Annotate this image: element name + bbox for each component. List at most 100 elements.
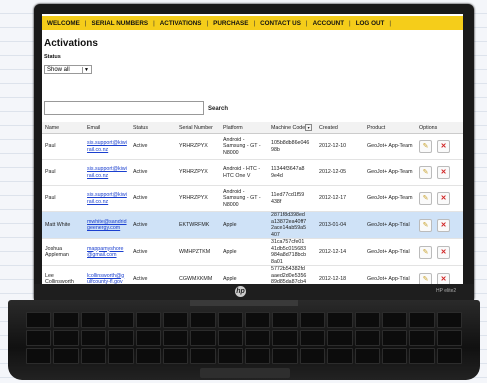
column-header[interactable]: Product bbox=[364, 122, 416, 134]
column-header[interactable]: Created bbox=[316, 122, 364, 134]
email-link[interactable]: lcollinsworth@gulfcounty-fl.gov bbox=[87, 273, 124, 285]
search-button[interactable]: Search bbox=[208, 106, 228, 112]
cell-serial: YRHRZPYX bbox=[176, 133, 220, 160]
cell-machine: 11ed77cd1f59 438f bbox=[268, 185, 316, 212]
column-header[interactable]: Serial Number bbox=[176, 122, 220, 134]
keyboard-key bbox=[409, 348, 435, 364]
keyboard-key bbox=[190, 312, 216, 328]
serial-text: YRHRZPYX bbox=[179, 195, 208, 202]
keyboard bbox=[26, 312, 462, 364]
edit-icon[interactable]: ✎ bbox=[419, 245, 432, 259]
chevron-down-icon[interactable]: ▼ bbox=[82, 67, 90, 73]
delete-icon[interactable]: ✕ bbox=[437, 140, 450, 153]
column-header-label: Product bbox=[367, 124, 386, 131]
keyboard-key bbox=[409, 312, 435, 328]
column-header-label: Serial Number bbox=[179, 124, 213, 131]
keyboard-key bbox=[80, 312, 107, 328]
email-link[interactable]: mappamyshore@gmail.com bbox=[87, 246, 124, 259]
cell-serial: YRHRZPYX bbox=[176, 159, 220, 186]
column-header[interactable]: Platform bbox=[220, 122, 268, 134]
status-text: Active bbox=[133, 248, 148, 255]
nav-item-account[interactable]: ACCOUNT bbox=[308, 20, 349, 27]
cell-email: mwhite@sandridgeenergy.com bbox=[84, 211, 130, 239]
keyboard-key bbox=[26, 348, 52, 364]
name-text: Joshua Appleman bbox=[45, 245, 69, 259]
keyboard-key bbox=[381, 312, 408, 328]
page-title: Activations bbox=[44, 38, 98, 49]
table-row[interactable]: Paul sis.support@kiwirail.co.nz Active YRHR… bbox=[42, 133, 463, 160]
keyboard-key bbox=[436, 348, 462, 364]
model-label: HP elite2 bbox=[436, 288, 457, 294]
platform-text: Apple bbox=[223, 248, 237, 255]
column-header[interactable]: Name bbox=[42, 122, 84, 134]
machine-text: 11ed77cd1f59 438f bbox=[271, 192, 305, 205]
platform-text: Android - Samsung - GT -N8000 bbox=[223, 136, 261, 156]
cell-name: Paul bbox=[42, 133, 84, 160]
keyboard-key bbox=[381, 330, 408, 346]
machine-text: 105b8db86e046 98b bbox=[271, 140, 310, 153]
name-text: Paul bbox=[45, 195, 56, 202]
column-header[interactable]: Email bbox=[84, 122, 130, 134]
cell-created: 2012-12-14 bbox=[316, 238, 364, 266]
product-text: GeoJot+ App-Trial bbox=[367, 275, 410, 282]
delete-icon[interactable]: ✕ bbox=[437, 272, 450, 284]
table-row[interactable]: Joshua Appleman mappamyshore@gmail.com Act… bbox=[42, 238, 463, 266]
keyboard-key bbox=[299, 330, 326, 346]
edit-icon[interactable]: ✎ bbox=[419, 272, 432, 284]
nav-item-serial-numbers[interactable]: SERIAL NUMBERS bbox=[87, 20, 154, 27]
column-header[interactable]: Options bbox=[416, 122, 463, 134]
nav-item-purchase[interactable]: PURCHASE bbox=[208, 20, 253, 27]
keyboard-key bbox=[354, 312, 380, 328]
status-select-value: Show all bbox=[47, 67, 70, 73]
table-row[interactable]: Paul sis.support@kiwirail.co.nz Active YRHR… bbox=[42, 185, 463, 212]
search-input[interactable] bbox=[44, 101, 204, 115]
delete-icon[interactable]: ✕ bbox=[437, 218, 450, 232]
keyboard-key bbox=[108, 348, 134, 364]
status-select[interactable]: Show all ▼ bbox=[44, 65, 92, 74]
laptop-screen: WELCOME | SERIAL NUMBERS | ACTIVATIONS | PURCH… bbox=[42, 14, 463, 284]
column-header[interactable]: Status bbox=[130, 122, 176, 134]
edit-icon[interactable]: ✎ bbox=[419, 218, 432, 232]
cell-serial: YRHRZPYX bbox=[176, 185, 220, 212]
platform-text: Android - Samsung - GT -N8000 bbox=[223, 188, 261, 208]
email-link[interactable]: sis.support@kiwirail.co.nz bbox=[87, 192, 127, 205]
delete-icon[interactable]: ✕ bbox=[437, 192, 450, 205]
email-link[interactable]: sis.support@kiwirail.co.nz bbox=[87, 140, 127, 153]
keyboard-key bbox=[272, 312, 298, 328]
edit-icon[interactable]: ✎ bbox=[419, 140, 432, 153]
nav-item-log-out[interactable]: LOG OUT bbox=[351, 20, 390, 27]
delete-icon[interactable]: ✕ bbox=[437, 245, 450, 259]
delete-icon[interactable]: ✕ bbox=[437, 166, 450, 179]
cell-serial: CGWMXKMM bbox=[176, 265, 220, 284]
name-text: Matt White bbox=[45, 221, 71, 228]
cell-status: Active bbox=[130, 159, 176, 186]
created-text: 2013-01-04 bbox=[319, 221, 347, 228]
cell-machine: 31ca757cfe01 41db5c015683 984a8d718bcb 8… bbox=[268, 238, 316, 266]
status-text: Active bbox=[133, 143, 148, 150]
cell-status: Active bbox=[130, 185, 176, 212]
sort-icon[interactable]: ▾ bbox=[305, 124, 313, 131]
status-text: Active bbox=[133, 169, 148, 176]
email-link[interactable]: sis.support@kiwirail.co.nz bbox=[87, 166, 127, 179]
keyboard-key bbox=[217, 348, 243, 364]
nav-item-contact-us[interactable]: CONTACT US bbox=[255, 20, 306, 27]
edit-icon[interactable]: ✎ bbox=[419, 192, 432, 205]
table-row[interactable]: Matt White mwhite@sandridgeenergy.com Acti… bbox=[42, 211, 463, 239]
table-row[interactable]: Lee Collinsworth lcollinsworth@gulfcounty… bbox=[42, 265, 463, 285]
nav-item-welcome[interactable]: WELCOME bbox=[42, 20, 85, 27]
cell-email: sis.support@kiwirail.co.nz bbox=[84, 133, 130, 160]
keyboard-key bbox=[327, 348, 353, 364]
keyboard-key bbox=[135, 348, 161, 364]
edit-icon[interactable]: ✎ bbox=[419, 166, 432, 179]
cell-email: lcollinsworth@gulfcounty-fl.gov bbox=[84, 265, 130, 285]
cell-machine: 2871f8d398ed a13872ea40ff7 2ace14ab59a5 … bbox=[268, 211, 316, 239]
platform-text: Apple bbox=[223, 221, 237, 228]
table-row[interactable]: Paul sis.support@kiwirail.co.nz Active YRHR… bbox=[42, 159, 463, 186]
cell-status: Active bbox=[130, 238, 176, 266]
product-text: GeoJot+ App-Team bbox=[367, 195, 413, 202]
serial-text: WMHPZTKM bbox=[179, 248, 211, 255]
nav-item-activations[interactable]: ACTIVATIONS bbox=[155, 20, 207, 27]
column-header[interactable]: Machine Code ▾ bbox=[268, 122, 316, 134]
email-link[interactable]: mwhite@sandridgeenergy.com bbox=[87, 219, 127, 232]
cell-options: ✎ ✕ bbox=[416, 211, 463, 239]
